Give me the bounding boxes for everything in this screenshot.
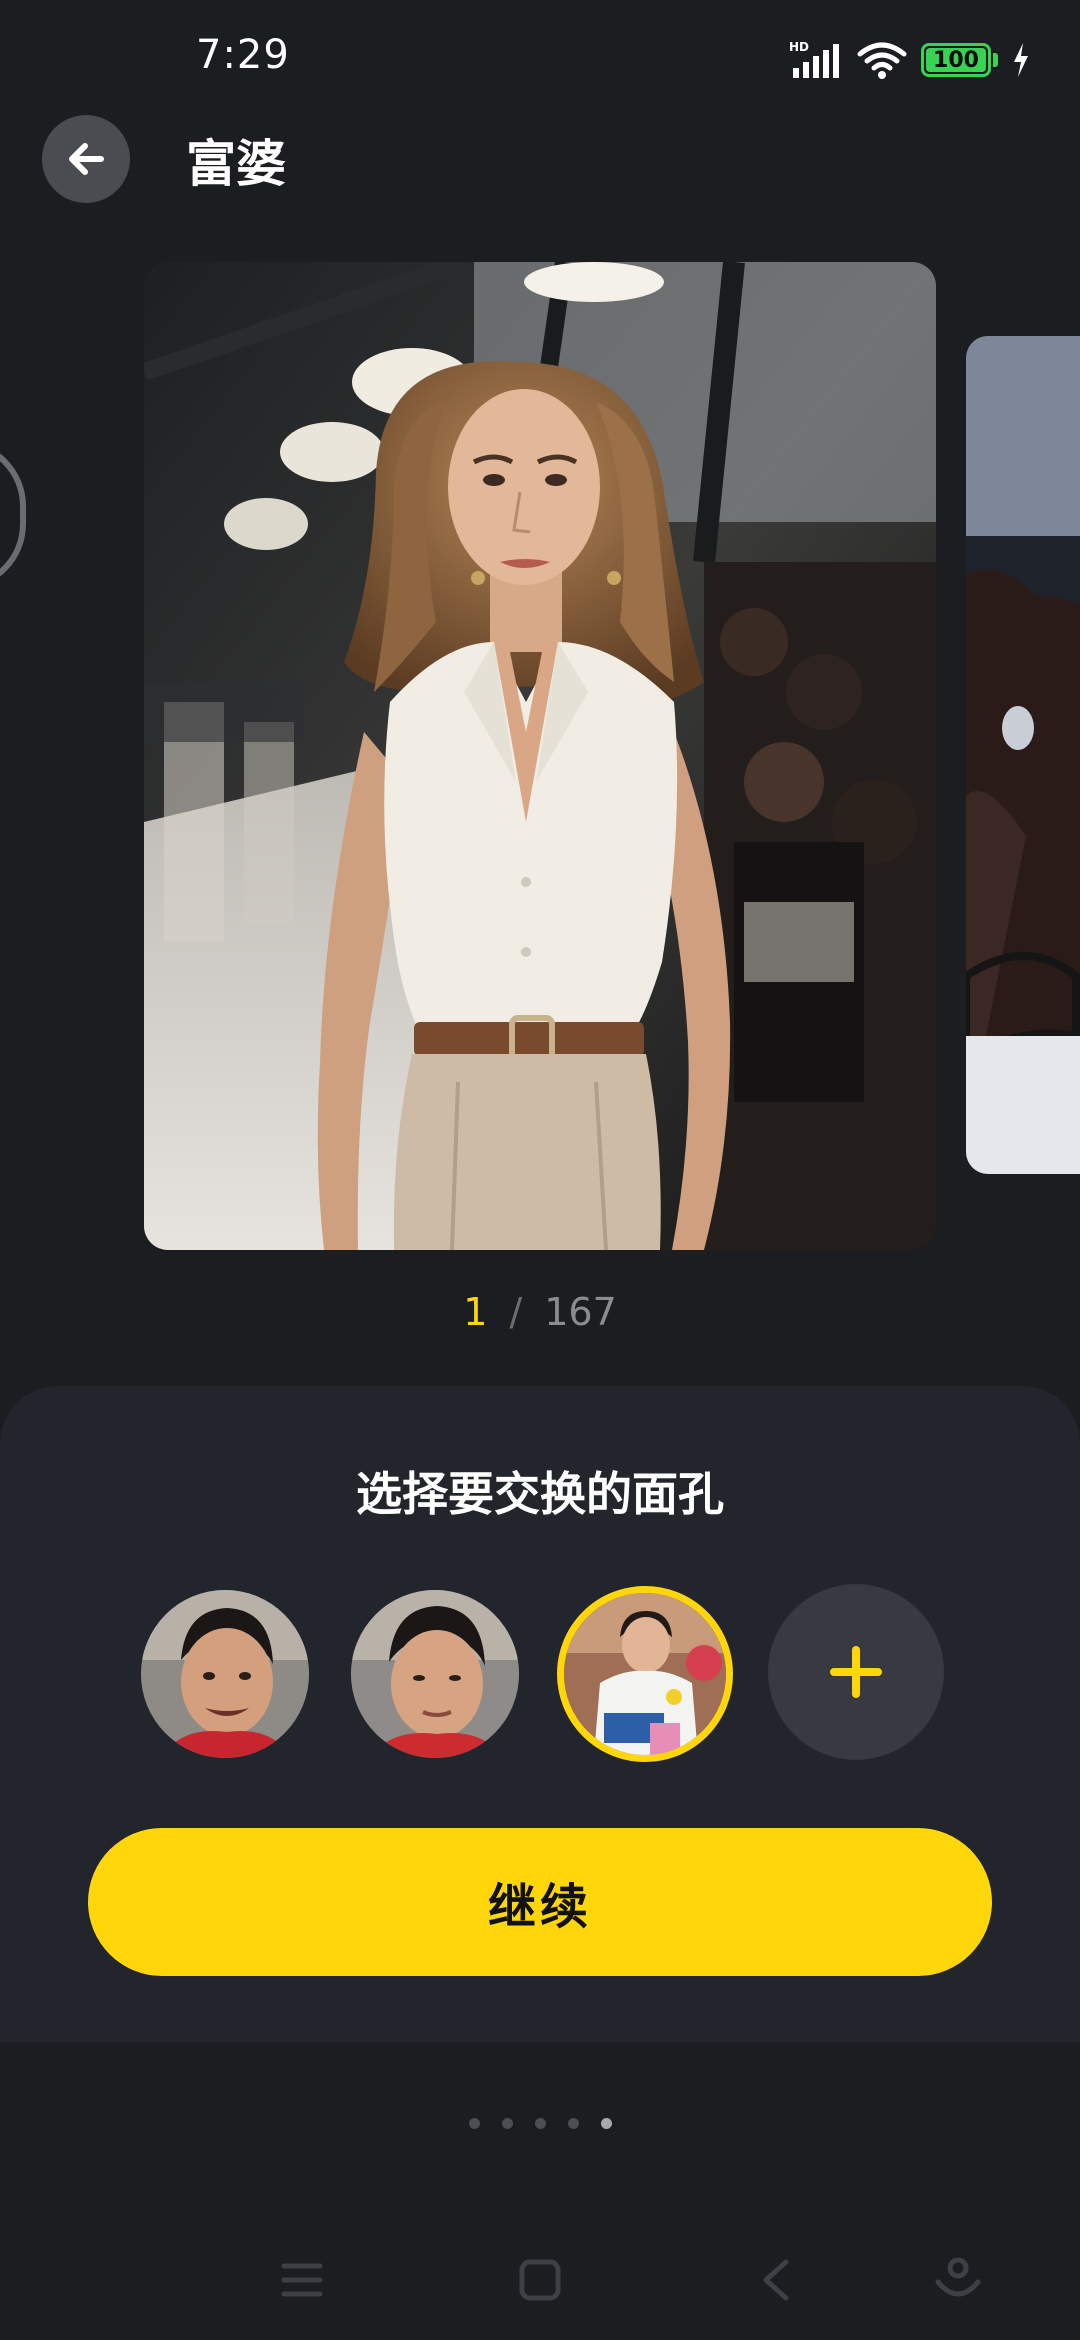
carousel-dot-2[interactable] (501, 2118, 513, 2129)
status-time: 7:29 (196, 32, 290, 78)
assistant-button[interactable] (928, 2250, 988, 2310)
status-bar: 7:29 HD 100 (0, 0, 1080, 120)
system-back-button[interactable] (746, 2250, 806, 2310)
wifi-icon (857, 42, 907, 79)
next-slide-peek[interactable] (966, 336, 1080, 1174)
page-counter: 1 / 167 (0, 1290, 1080, 1334)
face-avatar-1 (141, 1590, 309, 1758)
charging-icon (1014, 43, 1028, 77)
home-icon (519, 2259, 561, 2301)
menu-icon (281, 2263, 323, 2297)
face-avatar-3 (564, 1593, 726, 1755)
previous-slide-peek[interactable] (0, 440, 26, 590)
face-option-3-selected[interactable] (557, 1586, 733, 1762)
plus-icon (830, 1646, 882, 1698)
face-option-2[interactable] (351, 1590, 519, 1758)
page-counter-current: 1 (463, 1290, 488, 1334)
carousel-dot-4[interactable] (567, 2118, 579, 2129)
carousel-dot-5-active[interactable] (600, 2118, 612, 2129)
system-nav-bar (0, 2230, 1080, 2340)
page-title: 富婆 (186, 135, 286, 193)
continue-button[interactable]: 继续 (88, 1828, 992, 1976)
carousel-dots (0, 2118, 1080, 2129)
assistant-icon (935, 2257, 981, 2297)
page-counter-total: 167 (544, 1290, 617, 1334)
face-picker-title: 选择要交换的面孔 (356, 1467, 724, 1521)
template-image[interactable] (144, 262, 936, 1250)
image-carousel[interactable] (0, 260, 1080, 1260)
face-avatar-2 (351, 1590, 519, 1758)
arrow-left-icon (69, 143, 104, 175)
network-badge: HD (789, 40, 809, 54)
status-icons: HD 100 (789, 38, 1030, 82)
add-face-button[interactable] (768, 1584, 944, 1760)
face-list (0, 1584, 1080, 1766)
runway-model-illustration (144, 262, 936, 1250)
back-icon (763, 2259, 789, 2301)
face-option-1[interactable] (141, 1590, 309, 1758)
carousel-dot-3[interactable] (534, 2118, 546, 2129)
horse-illustration (966, 336, 1080, 1174)
battery-icon: 100 (921, 43, 998, 77)
page-counter-separator: / (509, 1290, 523, 1334)
signal-icon: HD (789, 40, 839, 78)
carousel-dot-1[interactable] (468, 2118, 480, 2129)
menu-button[interactable] (272, 2250, 332, 2310)
home-button[interactable] (510, 2250, 570, 2310)
battery-level: 100 (933, 47, 979, 73)
back-button[interactable] (42, 115, 130, 203)
face-picker-sheet: 选择要交换的面孔 继续 (0, 1386, 1080, 2042)
